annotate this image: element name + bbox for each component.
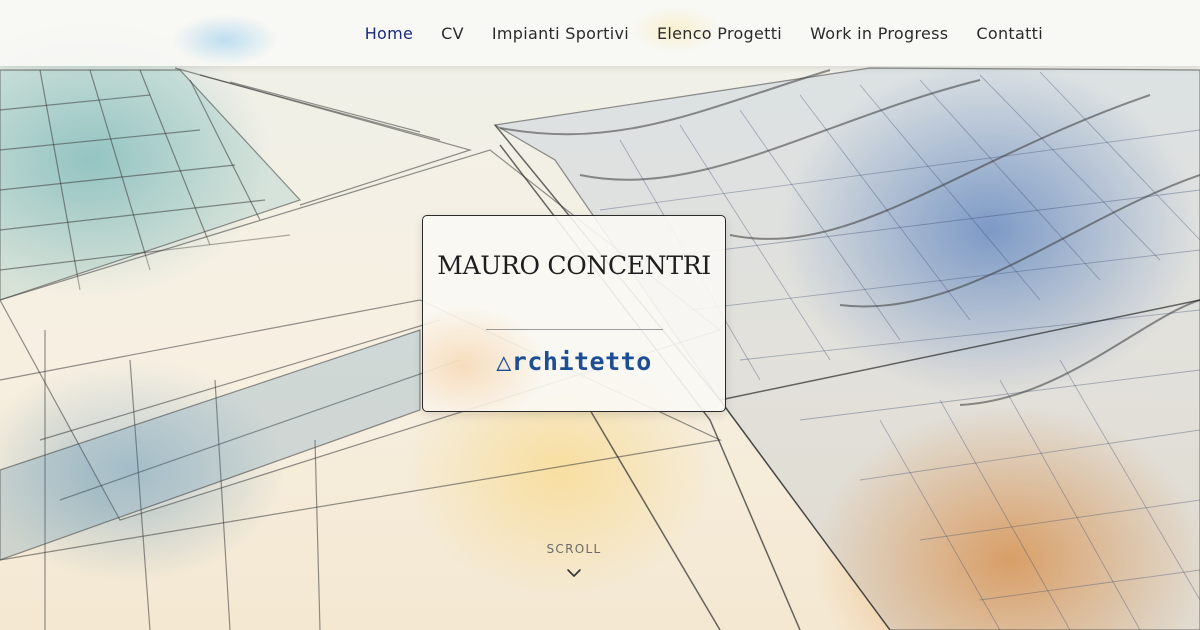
nav-item-impianti-sportivi[interactable]: Impianti Sportivi — [492, 24, 629, 43]
chevron-down-icon[interactable] — [566, 568, 582, 578]
profession-title: △rchitetto — [496, 347, 652, 376]
nav-decorative-glow — [150, 0, 300, 66]
nav-item-home[interactable]: Home — [365, 24, 413, 43]
architect-name: MAURO CONCENTRI — [437, 251, 711, 280]
scroll-label: SCROLL — [546, 542, 602, 556]
scroll-down-indicator[interactable]: SCROLL — [524, 542, 624, 592]
nav-item-work-in-progress[interactable]: Work in Progress — [810, 24, 948, 43]
nav-menu: Home CV Impianti Sportivi Elenco Progett… — [365, 24, 1043, 43]
nav-item-elenco-progetti[interactable]: Elenco Progetti — [657, 24, 782, 43]
top-navigation-bar: Home CV Impianti Sportivi Elenco Progett… — [0, 0, 1200, 66]
card-divider — [486, 329, 663, 330]
title-card: MAURO CONCENTRI △rchitetto — [422, 215, 726, 412]
nav-item-cv[interactable]: CV — [441, 24, 464, 43]
nav-item-contatti[interactable]: Contatti — [976, 24, 1043, 43]
